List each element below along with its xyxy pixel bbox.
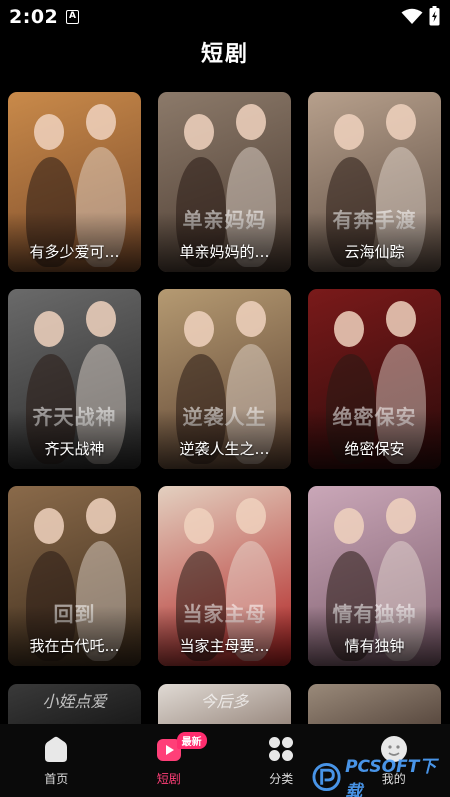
- partial-row: 小姪点爱 今后多: [8, 684, 442, 724]
- drama-card-partial[interactable]: [308, 684, 441, 724]
- status-bar: 2:02 A: [0, 0, 450, 34]
- poster-face: [386, 301, 416, 337]
- drama-title: 云海仙踪: [344, 243, 405, 261]
- drama-card[interactable]: 回到我在古代吒…: [8, 486, 141, 666]
- poster-face: [236, 301, 266, 337]
- poster-face: [386, 498, 416, 534]
- drama-title: 有多少爱可…: [29, 243, 120, 261]
- nav-item-home[interactable]: 首页: [0, 724, 113, 797]
- drama-title: 情有独钟: [344, 637, 405, 655]
- drama-card[interactable]: 逆袭人生逆袭人生之…: [158, 289, 291, 469]
- poster-face: [236, 104, 266, 140]
- new-badge: 最新: [176, 732, 207, 749]
- poster-face: [184, 114, 214, 150]
- poster-face: [386, 104, 416, 140]
- poster-face: [34, 114, 64, 150]
- nav-item-drama[interactable]: 最新 短剧: [113, 724, 226, 797]
- poster-face: [86, 498, 116, 534]
- wifi-icon: [401, 8, 423, 24]
- drama-title: 我在古代吒…: [29, 637, 120, 655]
- poster-face: [184, 508, 214, 544]
- drama-title: 单亲妈妈的…: [179, 243, 270, 261]
- drama-title: 逆袭人生之…: [179, 440, 270, 458]
- poster-face: [86, 104, 116, 140]
- drama-card[interactable]: 单亲妈妈单亲妈妈的…: [158, 92, 291, 272]
- drama-card[interactable]: 情有独钟情有独钟: [308, 486, 441, 666]
- poster-face: [34, 508, 64, 544]
- page-title: 短剧: [200, 42, 249, 67]
- drama-card[interactable]: 绝密保安绝密保安: [308, 289, 441, 469]
- notification-icon: A: [66, 10, 79, 24]
- watermark-text: PCSOFT下载: [345, 757, 437, 797]
- home-icon: [45, 736, 68, 762]
- poster-calligraphy: 今后多: [200, 692, 249, 711]
- poster-face: [86, 301, 116, 337]
- drama-title: 绝密保安: [344, 440, 405, 458]
- drama-card-partial[interactable]: 小姪点爱: [8, 684, 141, 724]
- nav-label-drama: 短剧: [156, 772, 181, 786]
- drama-card[interactable]: 有奔手渡云海仙踪: [308, 92, 441, 272]
- status-time: 2:02: [9, 6, 59, 28]
- poster-face: [334, 508, 364, 544]
- poster-face: [334, 311, 364, 347]
- status-icons: [401, 6, 440, 26]
- poster-face: [334, 114, 364, 150]
- watermark-logo-icon: [312, 762, 341, 792]
- poster-face: [236, 498, 266, 534]
- poster-calligraphy: 小姪点爱: [42, 692, 107, 711]
- drama-title: 齐天战神: [44, 440, 105, 458]
- drama-card[interactable]: 齐天战神齐天战神: [8, 289, 141, 469]
- category-grid-icon: [269, 737, 294, 761]
- watermark: PCSOFT下载: [312, 752, 450, 797]
- drama-card[interactable]: 有多少爱可…: [8, 92, 141, 272]
- poster-face: [34, 311, 64, 347]
- battery-icon: [429, 6, 440, 26]
- drama-grid: 有多少爱可… 单亲妈妈单亲妈妈的…有奔手渡云海仙踪齐天战神齐天战神逆袭人生逆袭人生…: [8, 92, 442, 666]
- drama-card-partial[interactable]: 今后多: [158, 684, 291, 724]
- drama-title: 当家主母要…: [179, 637, 270, 655]
- drama-card[interactable]: 当家主母当家主母要…: [158, 486, 291, 666]
- nav-label-home: 首页: [44, 772, 69, 786]
- poster-face: [184, 311, 214, 347]
